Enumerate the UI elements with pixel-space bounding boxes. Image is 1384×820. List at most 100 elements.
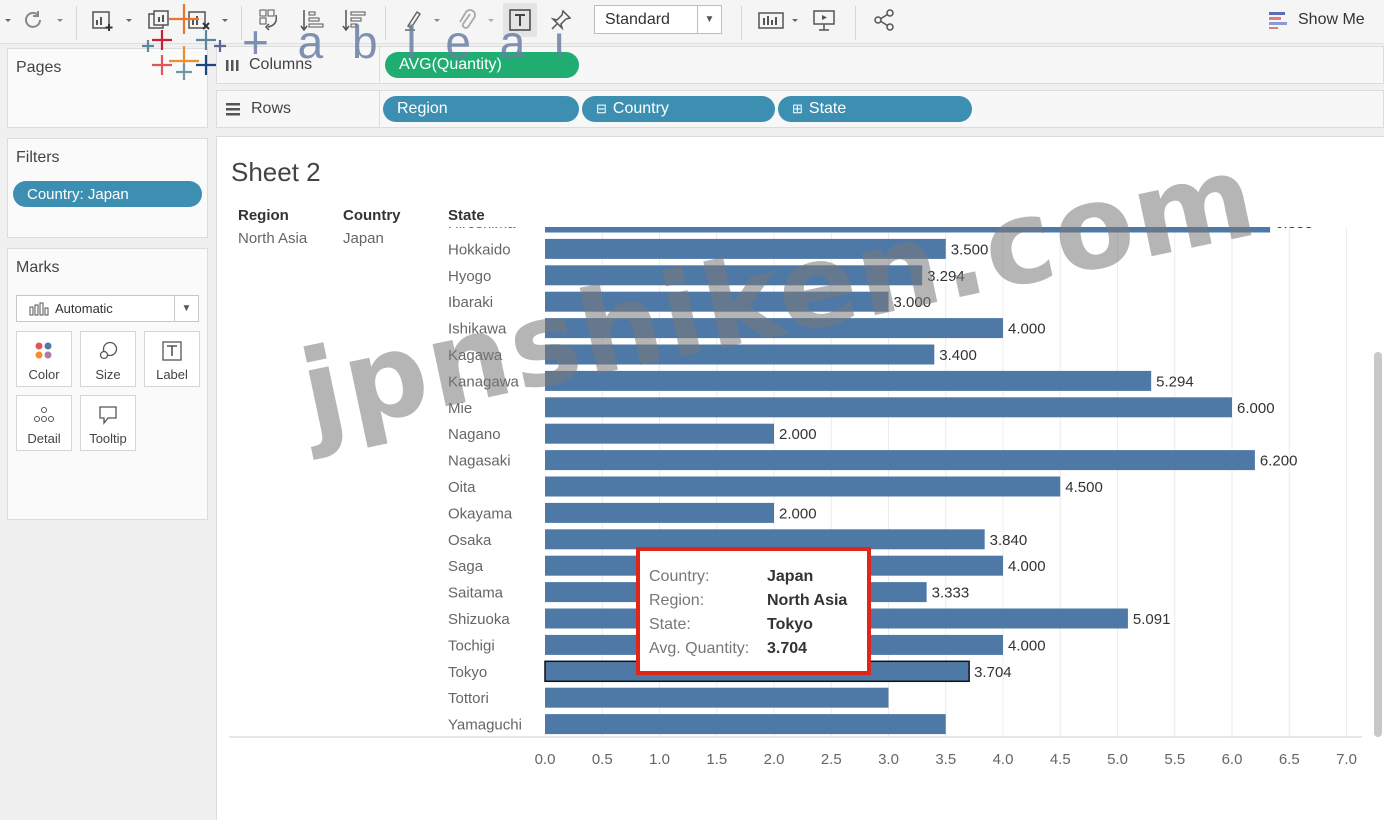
bar-ishikawa[interactable] <box>545 318 1003 339</box>
x-tick-label: 0.0 <box>535 751 556 768</box>
marks-color-label: Color <box>28 367 60 382</box>
bar-hiroshima[interactable] <box>545 213 1271 233</box>
columns-shelf-label: Columns <box>225 47 312 83</box>
sort-descending-icon[interactable] <box>340 6 368 34</box>
tooltip-row: Country: Japan <box>649 565 867 589</box>
rows-pill-country[interactable]: ⊟ Country <box>582 96 775 122</box>
duplicate-sheet-icon[interactable] <box>144 6 174 34</box>
state-label[interactable]: Saga <box>448 558 484 575</box>
state-label[interactable]: Tochigi <box>448 637 495 654</box>
bar-yamaguchi[interactable] <box>545 714 946 735</box>
marks-label-button[interactable]: Label <box>144 331 200 387</box>
state-label[interactable]: Okayama <box>448 505 513 522</box>
show-me-label: Show Me <box>1298 11 1365 28</box>
clear-sheet-icon[interactable] <box>184 6 214 34</box>
chevron-down-icon: ▼ <box>174 296 198 321</box>
fix-axes-pin-icon[interactable] <box>548 6 574 34</box>
tooltip-value: Tokyo <box>767 616 813 633</box>
marks-panel: Marks Automatic ▼ Color Size Label Detai… <box>7 248 208 520</box>
rows-pill-region[interactable]: Region <box>383 96 579 122</box>
swap-rows-columns-icon[interactable] <box>254 6 284 34</box>
state-label[interactable]: Hokkaido <box>448 241 511 258</box>
marks-color-button[interactable]: Color <box>16 331 72 387</box>
share-icon[interactable] <box>870 6 898 34</box>
state-label[interactable]: Hiroshima <box>448 215 516 232</box>
marks-detail-button[interactable]: Detail <box>16 395 72 451</box>
rows-pill-state[interactable]: ⊞ State <box>778 96 972 122</box>
data-label: 6.333 <box>1275 215 1313 232</box>
bar-kanagawa[interactable] <box>545 370 1152 391</box>
rows-shelf: Rows Region ⊟ Country ⊞ State <box>216 90 1384 128</box>
marks-size-button[interactable]: Size <box>80 331 136 387</box>
group-members-icon[interactable] <box>454 6 480 34</box>
refresh-dropdown-icon[interactable] <box>55 6 65 34</box>
bar-mie[interactable] <box>545 397 1232 418</box>
state-label[interactable]: Hyogo <box>448 268 491 285</box>
toolbar: Standard ▼ Show Me <box>0 0 1384 44</box>
new-worksheet-icon[interactable] <box>88 6 118 34</box>
presentation-mode-icon[interactable] <box>810 6 838 34</box>
state-label[interactable]: Nagano <box>448 426 501 443</box>
mark-type-select[interactable]: Automatic ▼ <box>16 295 199 322</box>
highlight-icon[interactable] <box>400 6 426 34</box>
marks-detail-label: Detail <box>27 431 61 446</box>
state-label[interactable]: Shizuoka <box>448 611 510 628</box>
bar-kagawa[interactable] <box>545 344 935 365</box>
rows-shelf-label: Rows <box>225 91 291 127</box>
state-label[interactable]: Oita <box>448 479 476 496</box>
bar-chart: Hiroshima 6.333 Hokkaido 3.500 Hyogo 3.294 Iba… <box>229 213 1362 768</box>
show-mark-labels-icon[interactable] <box>503 3 537 37</box>
bar-nagano[interactable] <box>545 423 774 444</box>
columns-shelf: Columns AVG(Quantity) <box>216 46 1384 84</box>
state-label[interactable]: Ishikawa <box>448 321 507 338</box>
x-tick-label: 1.0 <box>649 751 670 768</box>
fit-width-value: Standard <box>605 10 670 28</box>
state-label[interactable]: Saitama <box>448 585 504 602</box>
tooltip-row: State: Tokyo <box>649 613 867 637</box>
fit-width-select[interactable]: Standard ▼ <box>594 5 722 34</box>
tooltip-row: Avg. Quantity: 3.704 <box>649 637 867 661</box>
show-cards-dropdown-icon[interactable] <box>790 6 800 34</box>
clear-sheet-dropdown-icon[interactable] <box>220 6 230 34</box>
state-label[interactable]: Kanagawa <box>448 373 520 390</box>
tooltip-value: 3.704 <box>767 640 808 657</box>
state-label[interactable]: Tokyo <box>448 664 487 681</box>
columns-pill-avg-quantity[interactable]: AVG(Quantity) <box>385 52 579 78</box>
mark-type-value: Automatic <box>55 301 113 316</box>
filters-panel: Filters Country: Japan <box>7 138 208 238</box>
rows-icon <box>226 103 240 116</box>
bar-hyogo[interactable] <box>545 265 923 286</box>
show-cards-icon[interactable] <box>756 6 786 34</box>
undo-dropdown-icon[interactable] <box>2 6 14 34</box>
filter-pill-country[interactable]: Country: Japan <box>13 181 202 207</box>
group-dropdown-icon[interactable] <box>486 6 496 34</box>
data-label: 5.091 <box>1133 611 1171 628</box>
rows-pill-state-label: State <box>808 100 847 117</box>
x-tick-label: 5.0 <box>1107 751 1128 768</box>
state-label[interactable]: Tottori <box>448 690 489 707</box>
bar-ibaraki[interactable] <box>545 291 889 312</box>
bar-hokkaido[interactable] <box>545 238 946 259</box>
bar-tottori[interactable] <box>545 687 889 708</box>
state-label[interactable]: Ibaraki <box>448 294 493 311</box>
state-label[interactable]: Kagawa <box>448 347 503 364</box>
highlight-dropdown-icon[interactable] <box>432 6 442 34</box>
data-label: 3.333 <box>932 585 970 602</box>
data-label: 4.500 <box>1065 479 1103 496</box>
state-label[interactable]: Mie <box>448 400 472 417</box>
new-worksheet-dropdown-icon[interactable] <box>124 6 134 34</box>
marks-tooltip-label: Tooltip <box>89 431 127 446</box>
refresh-icon[interactable] <box>18 6 48 34</box>
marks-tooltip-button[interactable]: Tooltip <box>80 395 136 451</box>
bar-oita[interactable] <box>545 476 1061 497</box>
state-label[interactable]: Nagasaki <box>448 453 511 470</box>
bar-nagasaki[interactable] <box>545 450 1255 471</box>
vertical-scrollbar[interactable] <box>1374 352 1382 737</box>
state-label[interactable]: Osaka <box>448 532 492 549</box>
show-me-button[interactable]: Show Me <box>1268 8 1365 32</box>
state-label[interactable]: Yamaguchi <box>448 717 522 734</box>
sort-ascending-icon[interactable] <box>298 6 326 34</box>
data-label: 3.704 <box>974 664 1012 681</box>
tooltip-key: Country: <box>649 568 710 585</box>
bar-okayama[interactable] <box>545 502 774 523</box>
